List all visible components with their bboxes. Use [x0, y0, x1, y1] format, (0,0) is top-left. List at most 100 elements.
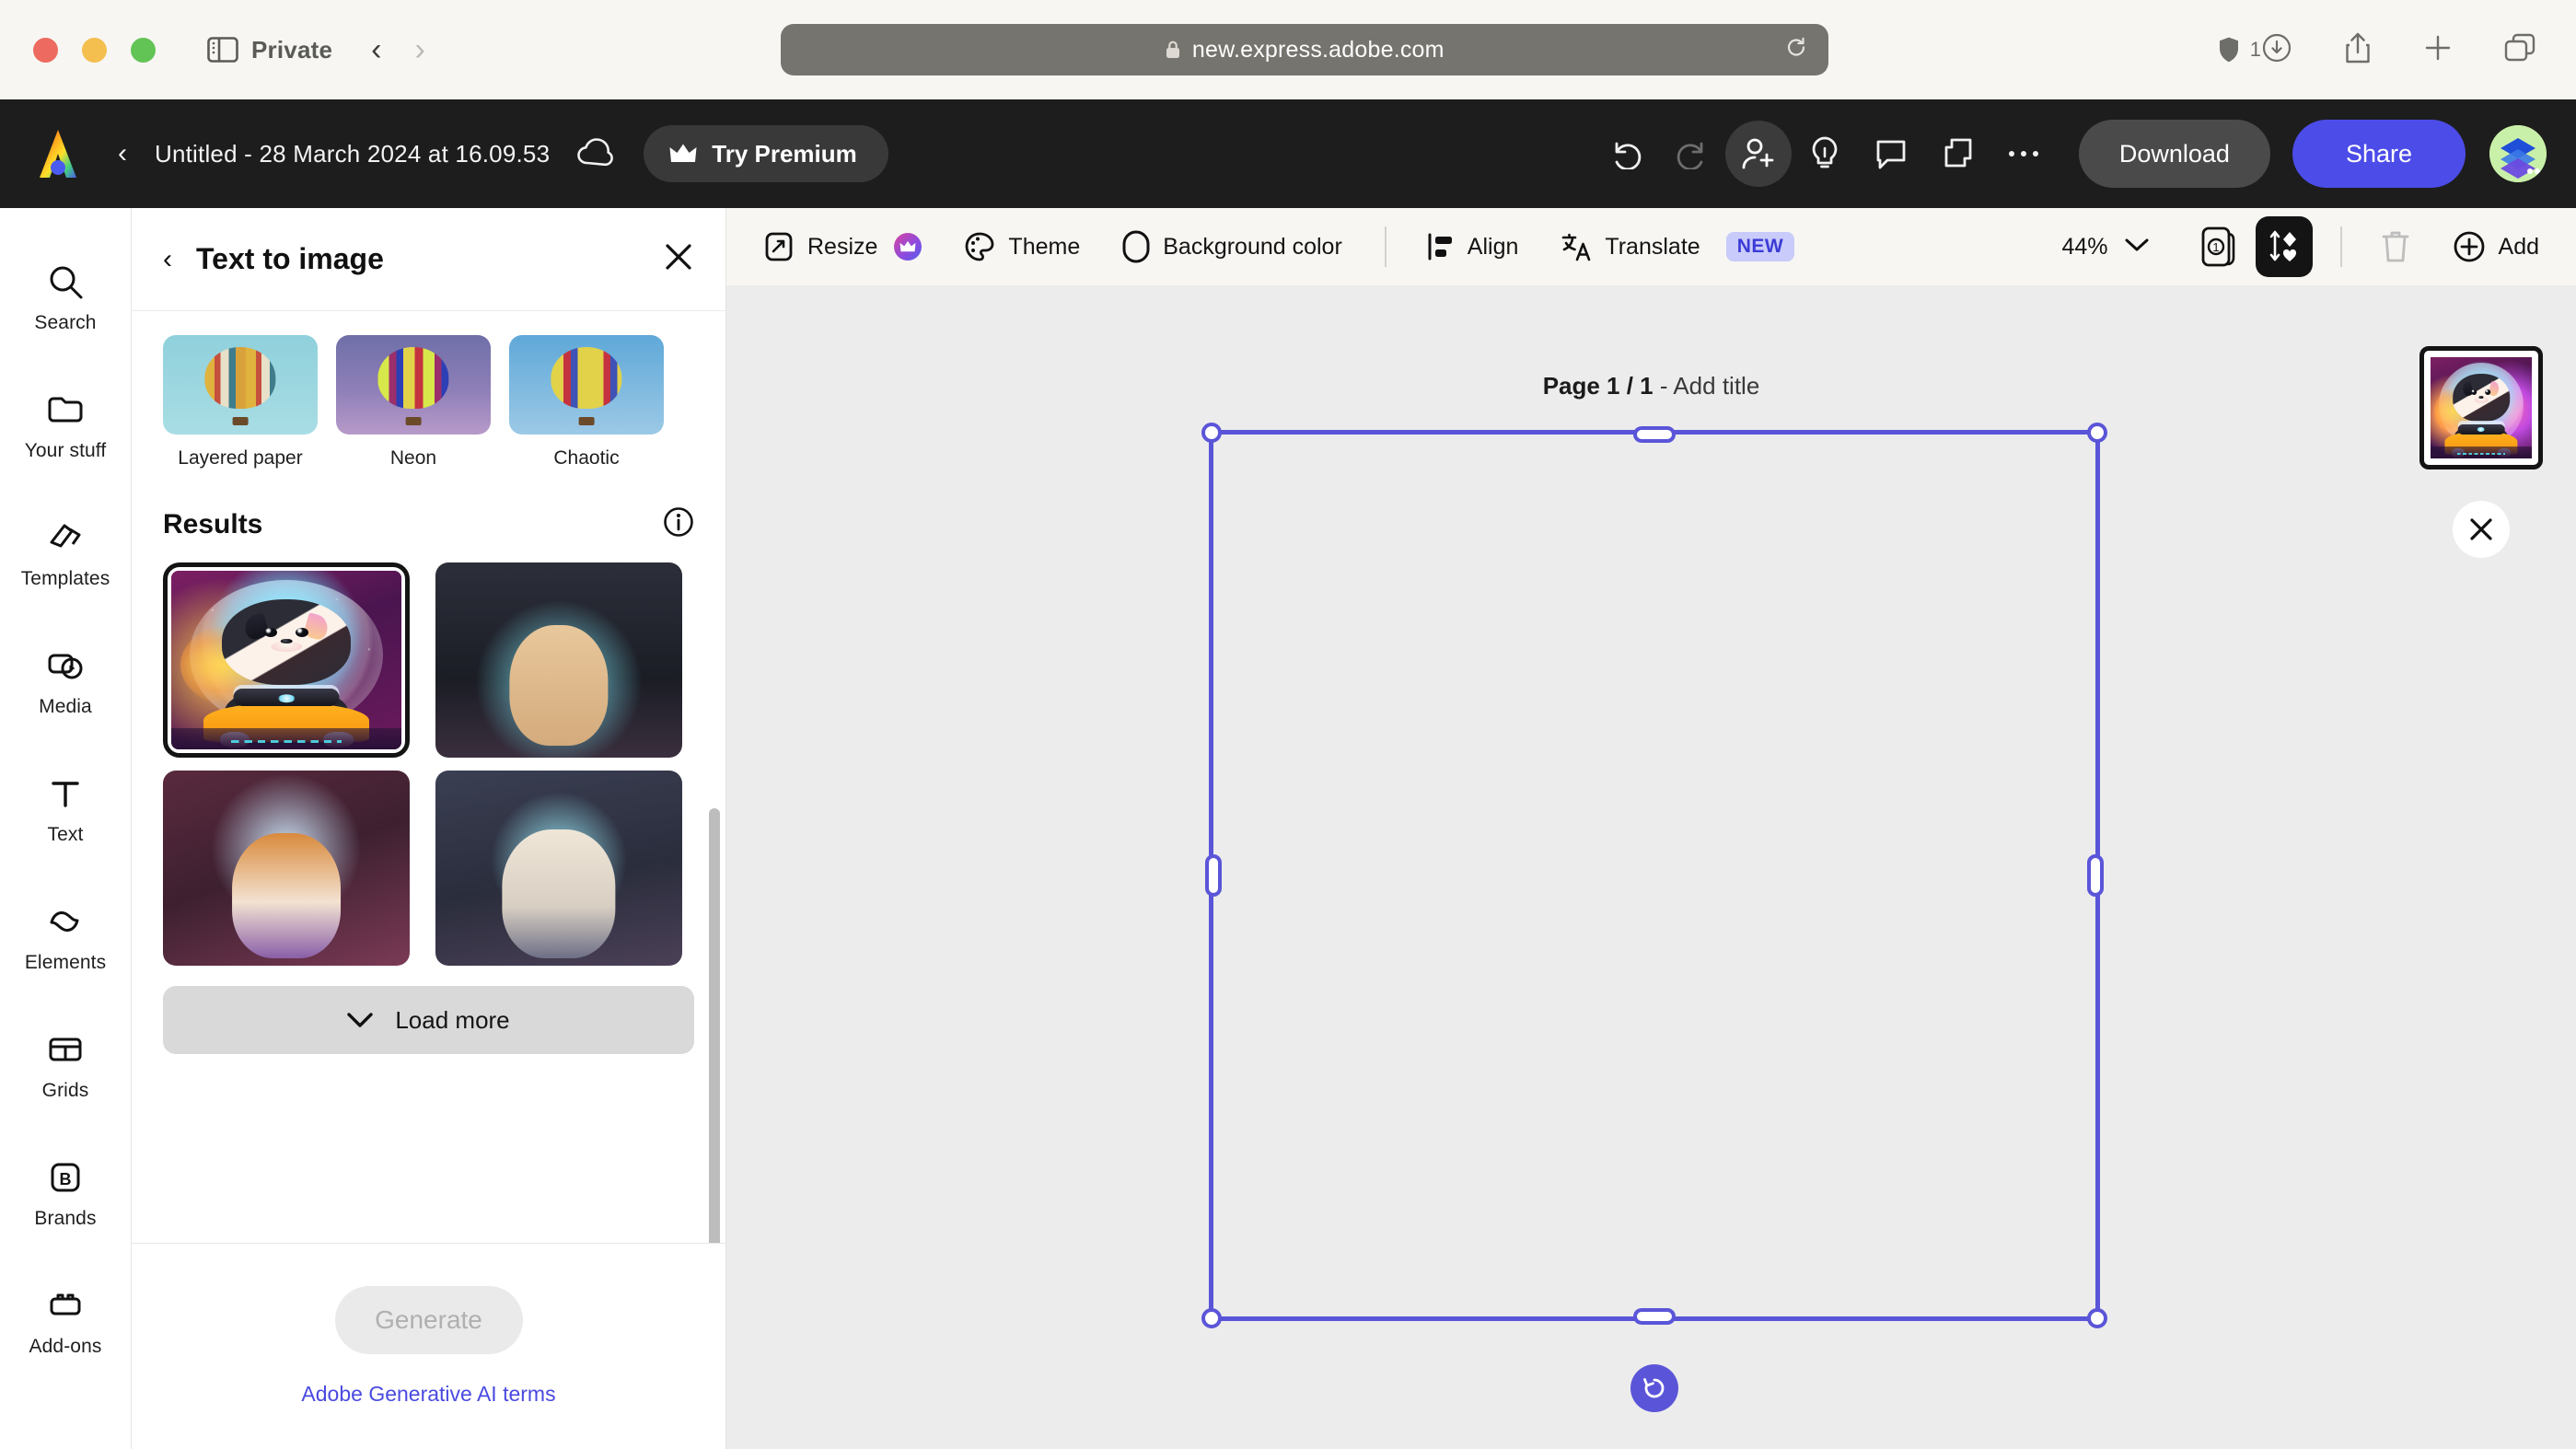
browser-forward-button[interactable]: › [414, 34, 424, 65]
cloud-sync-icon [575, 136, 614, 172]
adobe-express-logo-icon[interactable] [29, 128, 87, 180]
toolbar-divider [1384, 226, 1387, 267]
invite-collaborator-button[interactable] [1724, 121, 1792, 187]
url-bar[interactable]: new.express.adobe.com [780, 24, 1828, 75]
resize-handle-right[interactable] [2087, 854, 2104, 897]
results-grid [163, 562, 694, 966]
tab-overview-icon[interactable] [2504, 33, 2535, 67]
search-icon [50, 266, 83, 298]
sidebar-item-grids[interactable]: Grids [0, 1002, 132, 1130]
add-button[interactable]: Add [2453, 230, 2539, 263]
panel-back-button[interactable]: ‹ [163, 244, 172, 275]
zoom-level[interactable]: 44% [2061, 234, 2107, 261]
downloads-icon[interactable] [2261, 32, 2292, 68]
resize-handle-bottom[interactable] [1633, 1308, 1676, 1325]
header-back-button[interactable]: ‹ [118, 138, 127, 169]
page-count: 1 [2212, 240, 2219, 254]
result-thumbnail-3[interactable] [163, 771, 410, 966]
try-premium-button[interactable]: Try Premium [641, 122, 891, 185]
sidebar-toggle-icon[interactable] [207, 37, 238, 63]
share-button[interactable]: Share [2292, 120, 2466, 188]
panel-scrollbar[interactable] [709, 808, 720, 1243]
text-icon [52, 781, 79, 807]
undo-button[interactable] [1593, 121, 1659, 187]
animate-button[interactable] [2255, 216, 2313, 277]
document-title[interactable]: Untitled - 28 March 2024 at 16.09.53 [155, 140, 550, 168]
avatar[interactable] [2489, 125, 2547, 182]
page-caption[interactable]: Page 1 / 1 - Add title [726, 372, 2576, 400]
close-icon [2470, 518, 2492, 540]
page-title-placeholder: - Add title [1659, 372, 1760, 400]
chevron-down-icon [347, 1013, 374, 1027]
more-options-button[interactable] [1990, 121, 2057, 187]
browser-back-button[interactable]: ‹ [371, 34, 381, 65]
sidebar-item-search[interactable]: Search [0, 234, 132, 362]
pages-button[interactable]: 1 [2189, 220, 2243, 273]
redo-button[interactable] [1659, 121, 1725, 187]
sidebar-item-elements[interactable]: Elements [0, 874, 132, 1002]
sidebar-item-text[interactable]: Text [0, 746, 132, 874]
resize-handle-top[interactable] [1633, 426, 1676, 443]
resize-handle-left[interactable] [1205, 854, 1222, 897]
result-thumbnail-4[interactable] [435, 771, 682, 966]
result-image [435, 562, 682, 758]
reload-icon[interactable] [1784, 36, 1808, 64]
close-thumbnail-panel-button[interactable] [2453, 501, 2510, 558]
resize-button[interactable]: Resize [763, 231, 922, 262]
style-option-chaotic[interactable]: Chaotic [509, 335, 664, 469]
resize-handle-bottom-left[interactable] [1201, 1308, 1222, 1328]
sidebar-item-label: Templates [20, 567, 110, 589]
sidebar-item-add-ons[interactable]: Add-ons [0, 1258, 132, 1385]
resize-handle-top-left[interactable] [1201, 423, 1222, 443]
close-icon[interactable] [663, 241, 694, 277]
style-options: Layered paper Neon Chaotic [163, 335, 694, 469]
sidebar-item-media[interactable]: Media [0, 618, 132, 746]
share-icon[interactable] [2344, 31, 2372, 69]
tracker-shield[interactable]: 1 [2217, 36, 2261, 64]
rotate-handle[interactable] [1630, 1364, 1678, 1412]
translate-button[interactable]: Translate NEW [1561, 231, 1795, 262]
resize-handle-bottom-right[interactable] [2087, 1308, 2107, 1328]
load-more-button[interactable]: Load more [163, 986, 694, 1054]
page-thumbnail-image [2431, 357, 2532, 458]
sidebar-item-brands[interactable]: B Brands [0, 1130, 132, 1258]
page-thumbnail[interactable] [2419, 346, 2543, 469]
align-button[interactable]: Align [1427, 232, 1518, 261]
background-color-button[interactable]: Background color [1122, 230, 1342, 263]
maximize-window-button[interactable] [131, 37, 156, 63]
generate-button[interactable]: Generate [334, 1286, 523, 1354]
chevron-down-icon[interactable] [2125, 238, 2149, 257]
new-tab-icon[interactable] [2423, 33, 2453, 67]
private-mode-label: Private [251, 35, 333, 64]
result-thumbnail-2[interactable] [435, 562, 682, 758]
media-icon [48, 654, 83, 678]
add-label: Add [2498, 233, 2539, 260]
close-window-button[interactable] [33, 37, 58, 63]
download-button[interactable]: Download [2078, 120, 2270, 188]
page-indicator: Page 1 / 1 [1542, 372, 1654, 400]
resize-handle-top-right[interactable] [2087, 423, 2107, 443]
sidebar-item-templates[interactable]: Templates [0, 490, 132, 618]
sidebar-item-label: Grids [41, 1079, 89, 1101]
canvas-toolbar: Resize Theme Background color Align Tran… [726, 208, 2576, 285]
trash-icon [2382, 231, 2408, 262]
duplicate-button[interactable] [1924, 121, 1990, 187]
info-icon[interactable] [663, 506, 694, 542]
panel-footer: Generate Adobe Generative AI terms [132, 1243, 725, 1449]
comment-button[interactable] [1858, 121, 1924, 187]
elements-icon [50, 910, 79, 932]
window-controls[interactable] [33, 37, 156, 63]
minimize-window-button[interactable] [82, 37, 107, 63]
result-thumbnail-1[interactable] [163, 562, 410, 758]
theme-button[interactable]: Theme [964, 231, 1080, 262]
generative-ai-terms-link[interactable]: Adobe Generative AI terms [301, 1382, 555, 1407]
sidebar-item-your-stuff[interactable]: Your stuff [0, 362, 132, 490]
canvas-toolbar-right: 44% 1 Add [2061, 216, 2539, 277]
try-premium-label: Try Premium [712, 139, 857, 168]
ideas-lightbulb-button[interactable] [1792, 121, 1858, 187]
selected-artwork[interactable] [1201, 423, 2107, 1412]
sidebar-item-label: Text [47, 823, 84, 845]
style-option-neon[interactable]: Neon [336, 335, 491, 469]
browser-toolbar-right [2261, 31, 2535, 69]
style-option-layered-paper[interactable]: Layered paper [163, 335, 318, 469]
